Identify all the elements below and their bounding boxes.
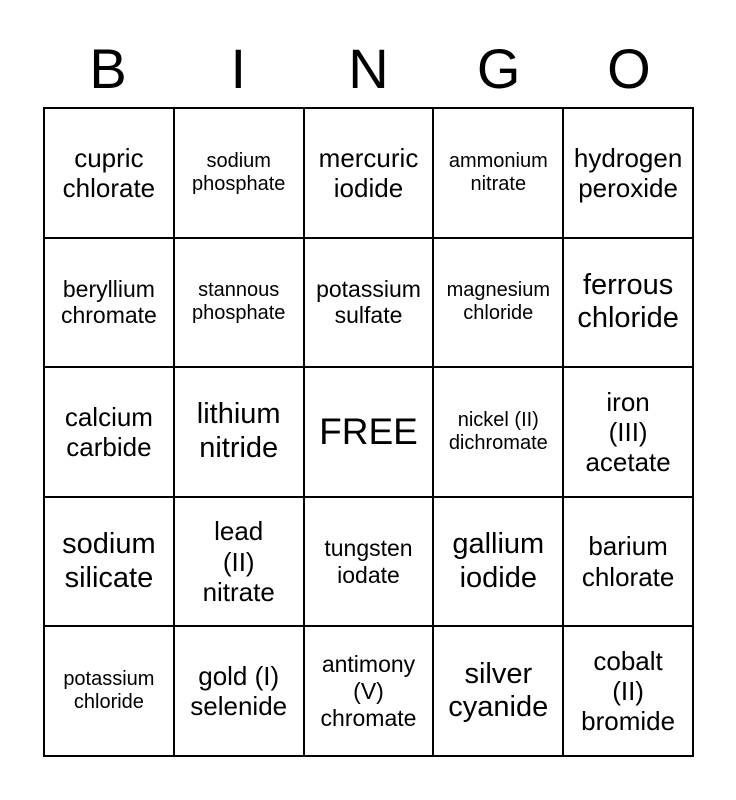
bingo-cell-label: calcium carbide	[64, 401, 153, 462]
bingo-cell-label: iron (III) acetate	[585, 386, 671, 478]
bingo-cell-label: barium chlorate	[581, 531, 675, 592]
bingo-cell[interactable]: potassium sulfate	[304, 238, 435, 369]
bingo-header: B I N G O	[43, 33, 694, 105]
header-letter-n: N	[348, 37, 389, 100]
bingo-cell-label: tungsten iodate	[324, 534, 413, 588]
bingo-cell-label: nickel (II) dichromate	[448, 408, 548, 454]
bingo-cell-label: FREE	[319, 410, 418, 452]
bingo-cell[interactable]: silver cyanide	[434, 627, 565, 757]
bingo-cell-label: beryllium chromate	[60, 275, 157, 329]
bingo-cell[interactable]: tungsten iodate	[304, 497, 435, 628]
bingo-cell-label: mercuric iodide	[318, 142, 419, 203]
bingo-cell-label: gallium iodide	[452, 527, 545, 594]
bingo-cell[interactable]: barium chlorate	[564, 497, 694, 628]
bingo-cell[interactable]: hydrogen peroxide	[564, 109, 694, 239]
bingo-cell-label: cobalt (II) bromide	[581, 645, 676, 737]
bingo-cell[interactable]: nickel (II) dichromate	[434, 368, 565, 498]
bingo-cell-label: antimony (V) chromate	[320, 651, 417, 731]
bingo-cell[interactable]: mercuric iodide	[304, 109, 435, 239]
bingo-cell-label: ammonium nitrate	[448, 149, 548, 195]
bingo-cell[interactable]: sodium phosphate	[174, 109, 305, 239]
bingo-grid: cupric chlorate sodium phosphate mercuri…	[43, 107, 694, 757]
bingo-cell[interactable]: magnesium chloride	[434, 238, 565, 369]
bingo-cell-free[interactable]: FREE	[304, 368, 435, 498]
bingo-cell[interactable]: ammonium nitrate	[434, 109, 565, 239]
bingo-cell[interactable]: lead (II) nitrate	[174, 497, 305, 628]
header-letter-g: G	[476, 37, 521, 100]
header-letter-o: O	[607, 37, 651, 100]
bingo-cell-label: ferrous chloride	[577, 268, 679, 335]
bingo-cell[interactable]: lithium nitride	[174, 368, 305, 498]
bingo-card: B I N G O cupric chlorate sodium phospha…	[0, 0, 736, 800]
bingo-cell-label: sodium phosphate	[191, 149, 286, 195]
bingo-cell[interactable]: cupric chlorate	[45, 109, 175, 239]
bingo-cell[interactable]: cobalt (II) bromide	[564, 627, 694, 757]
bingo-cell-label: hydrogen peroxide	[573, 142, 683, 203]
bingo-cell-label: lead (II) nitrate	[202, 516, 275, 607]
bingo-cell[interactable]: gallium iodide	[434, 497, 565, 628]
bingo-cell[interactable]: potassium chloride	[45, 627, 175, 757]
bingo-cell-label: cupric chlorate	[62, 142, 156, 203]
bingo-cell-label: potassium sulfate	[316, 275, 421, 329]
bingo-cell-label: sodium silicate	[62, 527, 156, 594]
header-letter-i: I	[230, 37, 247, 100]
bingo-cell[interactable]: iron (III) acetate	[564, 368, 694, 498]
bingo-cell-label: potassium chloride	[63, 668, 155, 714]
bingo-cell-label: magnesium chloride	[446, 279, 550, 325]
bingo-cell[interactable]: gold (I) selenide	[174, 627, 305, 757]
bingo-cell-label: silver cyanide	[448, 657, 549, 724]
bingo-cell-label: lithium nitride	[196, 398, 281, 464]
bingo-cell-label: gold (I) selenide	[190, 661, 288, 722]
bingo-cell[interactable]: calcium carbide	[45, 368, 175, 498]
header-letter-b: B	[89, 37, 127, 100]
bingo-cell[interactable]: sodium silicate	[45, 497, 175, 628]
bingo-cell[interactable]: ferrous chloride	[564, 238, 694, 369]
bingo-cell[interactable]: antimony (V) chromate	[304, 627, 435, 757]
bingo-cell[interactable]: beryllium chromate	[45, 238, 175, 369]
bingo-cell-label: stannous phosphate	[191, 279, 286, 325]
bingo-cell[interactable]: stannous phosphate	[174, 238, 305, 369]
